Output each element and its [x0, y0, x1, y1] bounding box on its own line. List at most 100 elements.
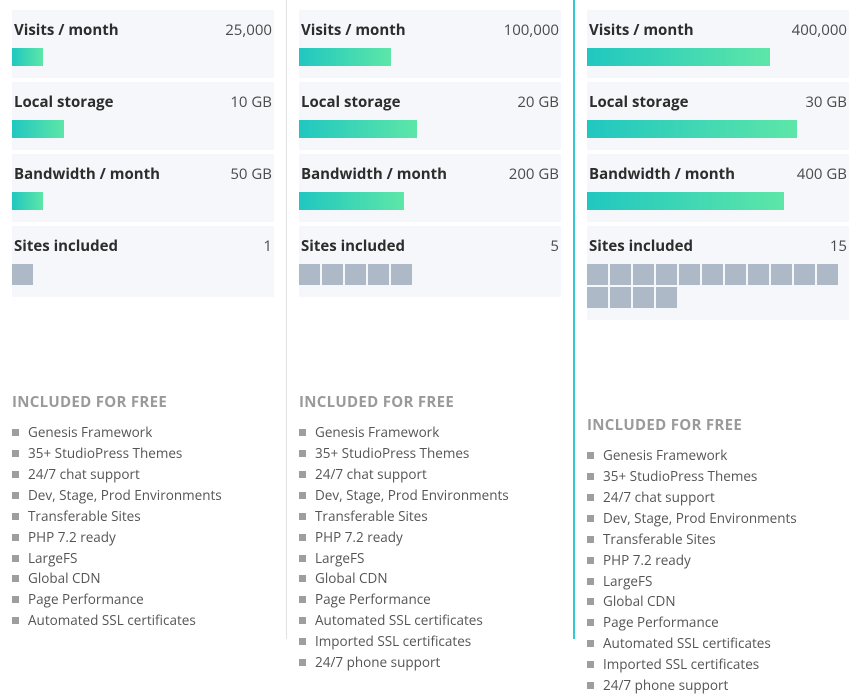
site-block: [587, 264, 608, 285]
storage-label: Local storage: [589, 92, 688, 112]
included-section: INCLUDED FOR FREE Genesis Framework35+ St…: [12, 392, 274, 631]
site-block: [679, 264, 700, 285]
site-block: [368, 264, 389, 285]
plan-column-1: Visits / month 25,000 Local storage 10 GB Ba…: [0, 0, 286, 639]
plan-column-2: Visits / month100,000Local storage20 GBB…: [286, 0, 573, 639]
visits-bar: [587, 48, 849, 66]
visits-label: Visits / month: [301, 20, 406, 40]
bandwidth-value: 50 GB: [230, 164, 272, 184]
feature-list: Genesis Framework35+ StudioPress Themes2…: [12, 422, 274, 631]
storage-value: 20 GB: [517, 92, 559, 112]
included-title: INCLUDED FOR FREE: [12, 392, 274, 412]
feature-list: Genesis Framework35+ StudioPress Themes2…: [587, 445, 849, 696]
storage-value: 10 GB: [230, 92, 272, 112]
feature-item: 35+ StudioPress Themes: [587, 466, 849, 487]
storage-metric: Local storage 10 GB: [12, 82, 274, 150]
feature-item: 24/7 phone support: [299, 652, 561, 673]
feature-item: Dev, Stage, Prod Environments: [587, 508, 849, 529]
site-block: [656, 264, 677, 285]
site-block: [748, 264, 769, 285]
feature-item: Dev, Stage, Prod Environments: [12, 485, 274, 506]
feature-item: 35+ StudioPress Themes: [12, 443, 274, 464]
feature-item: 24/7 chat support: [587, 487, 849, 508]
feature-item: 24/7 phone support: [587, 675, 849, 696]
sites-value: 15: [830, 236, 847, 256]
feature-item: LargeFS: [299, 548, 561, 569]
site-block: [771, 264, 792, 285]
visits-label: Visits / month: [589, 20, 694, 40]
storage-label: Local storage: [14, 92, 113, 112]
site-block: [587, 287, 608, 308]
sites-blocks: [587, 264, 849, 308]
visits-value: 25,000: [225, 20, 272, 40]
site-block: [610, 264, 631, 285]
feature-item: Global CDN: [12, 568, 274, 589]
visits-value: 100,000: [504, 20, 559, 40]
feature-item: LargeFS: [587, 571, 849, 592]
site-block: [702, 264, 723, 285]
sites-value: 5: [550, 236, 559, 256]
feature-item: Dev, Stage, Prod Environments: [299, 485, 561, 506]
feature-item: PHP 7.2 ready: [12, 527, 274, 548]
storage-bar: [12, 120, 274, 138]
bandwidth-label: Bandwidth / month: [589, 164, 735, 184]
feature-item: Transferable Sites: [299, 506, 561, 527]
site-block: [345, 264, 366, 285]
feature-item: Automated SSL certificates: [299, 610, 561, 631]
sites-metric: Sites included 5: [299, 226, 561, 297]
feature-item: Transferable Sites: [12, 506, 274, 527]
feature-item: Page Performance: [587, 612, 849, 633]
bandwidth-metric: Bandwidth / month200 GB: [299, 154, 561, 222]
feature-item: Page Performance: [12, 589, 274, 610]
visits-metric: Visits / month 100,000: [299, 10, 561, 78]
sites-metric: Sites included15: [587, 226, 849, 320]
sites-value: 1: [263, 236, 272, 256]
visits-metric: Visits / month 400,000: [587, 10, 849, 78]
feature-item: Global CDN: [587, 591, 849, 612]
bandwidth-bar: [12, 192, 274, 210]
feature-item: Genesis Framework: [12, 422, 274, 443]
sites-label: Sites included: [14, 236, 118, 256]
included-section: INCLUDED FOR FREEGenesis Framework35+ St…: [587, 415, 849, 696]
feature-list: Genesis Framework35+ StudioPress Themes 2…: [299, 422, 561, 673]
sites-metric: Sites included 1: [12, 226, 274, 297]
plan-column-3: Visits / month 400,000 Local storage 30 GB B…: [573, 0, 861, 639]
included-section: INCLUDED FOR FREE Genesis Framework35+ St…: [299, 392, 561, 673]
feature-item: Global CDN: [299, 568, 561, 589]
visits-label: Visits / month: [14, 20, 119, 40]
bandwidth-metric: Bandwidth / month50 GB: [12, 154, 274, 222]
sites-label: Sites included: [301, 236, 405, 256]
feature-item: Genesis Framework: [299, 422, 561, 443]
visits-value: 400,000: [792, 20, 847, 40]
site-block: [299, 264, 320, 285]
site-block: [725, 264, 746, 285]
visits-bar: [299, 48, 561, 66]
feature-item: Imported SSL certificates: [587, 654, 849, 675]
included-title: INCLUDED FOR FREE: [299, 392, 561, 412]
site-block: [610, 287, 631, 308]
site-block: [656, 287, 677, 308]
visits-metric: Visits / month 25,000: [12, 10, 274, 78]
site-block: [322, 264, 343, 285]
feature-item: LargeFS: [12, 548, 274, 569]
feature-item: Transferable Sites: [587, 529, 849, 550]
feature-item: Automated SSL certificates: [587, 633, 849, 654]
site-block: [633, 287, 654, 308]
bandwidth-bar: [587, 192, 849, 210]
storage-metric: Local storage 30 GB: [587, 82, 849, 150]
bandwidth-bar: [299, 192, 561, 210]
feature-item: 24/7 chat support: [12, 464, 274, 485]
sites-blocks: [299, 264, 561, 285]
bandwidth-label: Bandwidth / month: [301, 164, 447, 184]
feature-item: Genesis Framework: [587, 445, 849, 466]
pricing-comparison: Visits / month 25,000 Local storage 10 GB Ba…: [0, 0, 861, 639]
site-block: [12, 264, 33, 285]
storage-value: 30 GB: [805, 92, 847, 112]
feature-item: 35+ StudioPress Themes: [299, 443, 561, 464]
site-block: [817, 264, 838, 285]
site-block: [794, 264, 815, 285]
site-block: [633, 264, 654, 285]
feature-item: Page Performance: [299, 589, 561, 610]
bandwidth-value: 400 GB: [797, 164, 847, 184]
visits-bar: [12, 48, 274, 66]
